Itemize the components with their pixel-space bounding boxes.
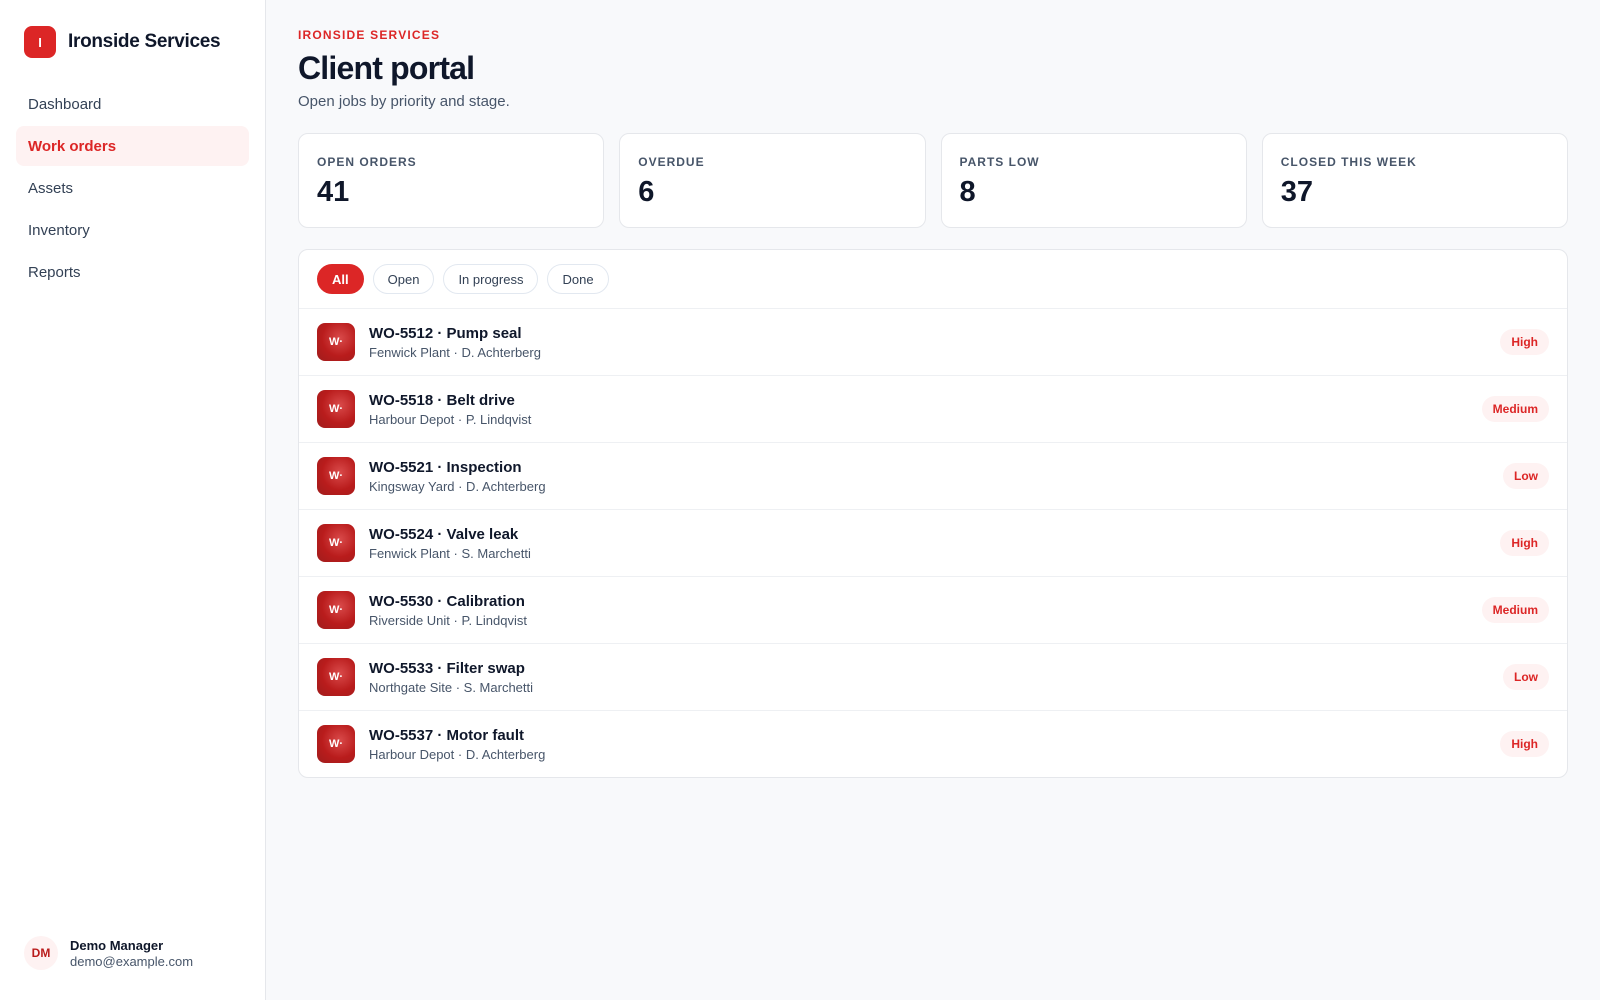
user-profile[interactable]: DM Demo Manager demo@example.com — [16, 936, 249, 984]
sidebar-item-inventory[interactable]: Inventory — [16, 210, 249, 250]
list-item-subtitle: Fenwick Plant · S. Marchetti — [369, 545, 531, 561]
list-item-body: WO-5533 · Filter swap Northgate Site · S… — [369, 660, 1503, 695]
priority-badge: Low — [1503, 463, 1549, 489]
list-item-title: WO-5512 · Pump seal — [369, 324, 522, 342]
stat-card-open-orders: OPEN ORDERS 41 — [298, 133, 605, 228]
list-item[interactable]: W· WO-5524 · Valve leak Fenwick Plant · … — [299, 510, 1567, 577]
priority-badge: Medium — [1481, 597, 1549, 623]
stat-value: 37 — [1280, 176, 1314, 208]
priority-badge: Medium — [1481, 396, 1549, 422]
work-order-icon: W· — [317, 725, 355, 763]
list-item-body: WO-5537 · Motor fault Harbour Depot · D.… — [369, 727, 1500, 762]
sidebar-item-dashboard[interactable]: Dashboard — [16, 84, 249, 124]
main-content: IRONSIDE SERVICES Client portal Open job… — [266, 0, 1600, 1000]
stat-label: OVERDUE — [638, 155, 705, 169]
list-item-subtitle: Fenwick Plant · D. Achterberg — [369, 344, 541, 360]
work-orders-panel: All Open In progress Done W· WO-5512 · P… — [298, 249, 1568, 778]
work-order-icon: W· — [317, 390, 355, 428]
sidebar-item-work-orders[interactable]: Work orders — [16, 126, 249, 166]
work-order-icon: W· — [317, 658, 355, 696]
stat-label: PARTS LOW — [959, 155, 1040, 169]
list-item-title: WO-5521 · Inspection — [369, 458, 522, 476]
stat-card-overdue: OVERDUE 6 — [619, 133, 926, 228]
filter-done[interactable]: Done — [547, 264, 609, 294]
list-item[interactable]: W· WO-5533 · Filter swap Northgate Site … — [299, 644, 1567, 711]
stats-row: OPEN ORDERS 41 OVERDUE 6 PARTS LOW 8 CLO… — [298, 133, 1568, 228]
list-item-body: WO-5512 · Pump seal Fenwick Plant · D. A… — [369, 325, 1500, 360]
sidebar-item-assets[interactable]: Assets — [16, 168, 249, 208]
list-item-title: WO-5537 · Motor fault — [369, 726, 525, 744]
list-item-title: WO-5524 · Valve leak — [369, 525, 519, 543]
priority-badge: High — [1500, 530, 1549, 556]
page-title: Client portal — [298, 50, 475, 86]
brand[interactable]: I Ironside Services — [16, 26, 249, 58]
work-order-icon: W· — [317, 524, 355, 562]
user-name: Demo Manager — [70, 937, 164, 953]
list-item-title: WO-5518 · Belt drive — [369, 391, 515, 409]
stat-label: CLOSED THIS WEEK — [1280, 155, 1417, 169]
list-item-title: WO-5530 · Calibration — [369, 592, 525, 610]
stat-card-parts-low: PARTS LOW 8 — [940, 133, 1247, 228]
stat-label: OPEN ORDERS — [317, 155, 417, 169]
list-item-subtitle: Kingsway Yard · D. Achterberg — [369, 478, 546, 494]
user-email: demo@example.com — [70, 953, 194, 969]
list-item-body: WO-5518 · Belt drive Harbour Depot · P. … — [369, 392, 1482, 427]
list-item-subtitle: Harbour Depot · P. Lindqvist — [369, 411, 532, 427]
stat-value: 6 — [638, 176, 655, 208]
sidebar-item-reports[interactable]: Reports — [16, 252, 249, 292]
sidebar-nav: Dashboard Work orders Assets Inventory R… — [16, 84, 249, 292]
brand-logo-icon: I — [24, 26, 56, 58]
brand-name: Ironside Services — [68, 31, 221, 52]
page-subtitle: Open jobs by priority and stage. — [298, 93, 510, 110]
list-item-title: WO-5533 · Filter swap — [369, 659, 525, 677]
stat-value: 41 — [317, 176, 350, 208]
list-item[interactable]: W· WO-5521 · Inspection Kingsway Yard · … — [299, 443, 1567, 510]
filter-chips: All Open In progress Done — [299, 250, 1567, 309]
list-item-subtitle: Northgate Site · S. Marchetti — [369, 679, 534, 695]
avatar: DM — [24, 936, 58, 970]
user-info: Demo Manager demo@example.com — [70, 938, 193, 969]
list-item-subtitle: Riverside Unit · P. Lindqvist — [369, 612, 527, 628]
sidebar: I Ironside Services Dashboard Work order… — [0, 0, 266, 1000]
list-item-body: WO-5530 · Calibration Riverside Unit · P… — [369, 593, 1482, 628]
work-order-icon: W· — [317, 457, 355, 495]
list-item[interactable]: W· WO-5537 · Motor fault Harbour Depot ·… — [299, 711, 1567, 777]
list-item-body: WO-5524 · Valve leak Fenwick Plant · S. … — [369, 526, 1500, 561]
stat-value: 8 — [959, 176, 976, 208]
list-item-subtitle: Harbour Depot · D. Achterberg — [369, 746, 546, 762]
stat-card-closed-this-week: CLOSED THIS WEEK 37 — [1261, 133, 1568, 228]
work-order-icon: W· — [317, 591, 355, 629]
list-item[interactable]: W· WO-5512 · Pump seal Fenwick Plant · D… — [299, 309, 1567, 376]
filter-in-progress[interactable]: In progress — [443, 264, 539, 294]
page-eyebrow: IRONSIDE SERVICES — [298, 28, 441, 42]
filter-all[interactable]: All — [317, 264, 364, 294]
priority-badge: High — [1500, 329, 1549, 355]
list-item[interactable]: W· WO-5530 · Calibration Riverside Unit … — [299, 577, 1567, 644]
list-item-body: WO-5521 · Inspection Kingsway Yard · D. … — [369, 459, 1503, 494]
priority-badge: Low — [1503, 664, 1549, 690]
work-order-icon: W· — [317, 323, 355, 361]
filter-open[interactable]: Open — [372, 264, 435, 294]
priority-badge: High — [1500, 731, 1549, 757]
list-item[interactable]: W· WO-5518 · Belt drive Harbour Depot · … — [299, 376, 1567, 443]
